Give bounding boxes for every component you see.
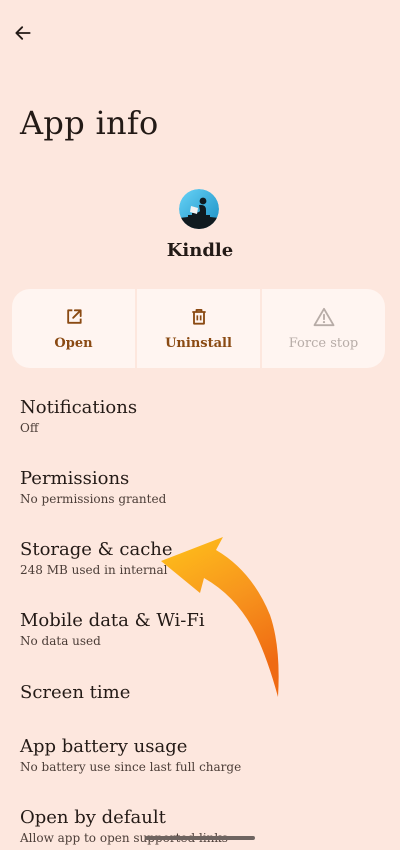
settings-item-open-by-default[interactable]: Open by default Allow app to open suppor… xyxy=(20,807,390,846)
item-subtitle: 248 MB used in internal xyxy=(20,563,168,577)
arrow-left-icon xyxy=(15,26,31,40)
back-button[interactable] xyxy=(8,18,38,48)
item-title: Screen time xyxy=(20,682,131,703)
item-subtitle: Off xyxy=(20,421,39,435)
item-title: Mobile data & Wi-Fi xyxy=(20,610,205,631)
item-title: App battery usage xyxy=(20,736,188,757)
open-button[interactable]: Open xyxy=(12,289,135,368)
settings-item-storage-cache[interactable]: Storage & cache 248 MB used in internal xyxy=(20,539,390,578)
uninstall-button[interactable]: Uninstall xyxy=(135,289,260,368)
force-stop-label: Force stop xyxy=(288,335,359,351)
settings-item-app-battery-usage[interactable]: App battery usage No battery use since l… xyxy=(20,736,390,775)
item-title: Storage & cache xyxy=(20,539,173,560)
settings-item-permissions[interactable]: Permissions No permissions granted xyxy=(20,468,390,507)
navigation-handle[interactable] xyxy=(145,836,255,840)
settings-item-screen-time[interactable]: Screen time xyxy=(20,682,390,704)
open-label: Open xyxy=(54,335,93,351)
trash-icon xyxy=(189,307,209,327)
settings-item-mobile-data-wifi[interactable]: Mobile data & Wi-Fi No data used xyxy=(20,610,390,649)
item-title: Permissions xyxy=(20,468,130,489)
force-stop-button[interactable]: Force stop xyxy=(260,289,385,368)
open-external-icon xyxy=(64,307,84,327)
page-title: App info xyxy=(20,104,159,142)
settings-item-notifications[interactable]: Notifications Off xyxy=(20,397,390,436)
app-icon xyxy=(179,189,219,229)
action-bar: Open Uninstall Force stop xyxy=(12,289,385,368)
item-title: Open by default xyxy=(20,807,166,828)
uninstall-label: Uninstall xyxy=(165,335,232,351)
item-title: Notifications xyxy=(20,397,138,418)
kindle-logo-icon xyxy=(179,189,219,229)
warning-triangle-icon xyxy=(313,307,335,327)
app-name: Kindle xyxy=(166,240,234,261)
item-subtitle: No battery use since last full charge xyxy=(20,760,242,774)
item-subtitle: No data used xyxy=(20,634,101,648)
item-subtitle: No permissions granted xyxy=(20,492,167,506)
